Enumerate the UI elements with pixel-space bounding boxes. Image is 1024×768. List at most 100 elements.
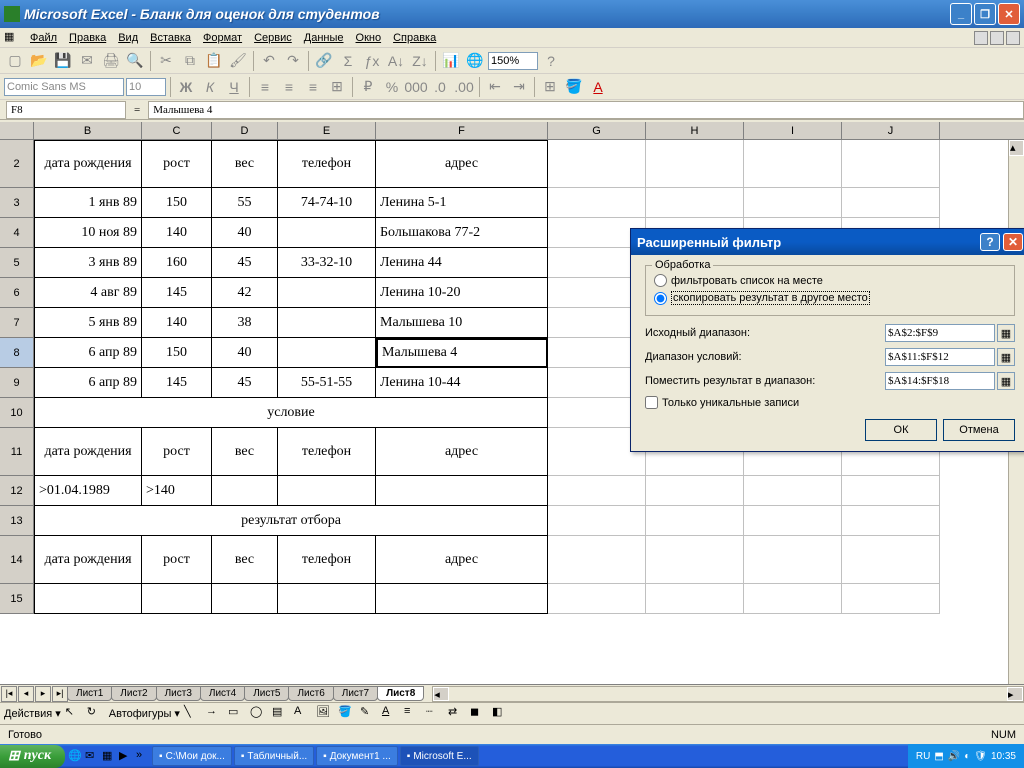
row-header[interactable]: 11 [0, 428, 34, 476]
cell[interactable]: 33-32-10 [278, 248, 376, 278]
cell[interactable] [842, 584, 940, 614]
cell[interactable]: Ленина 10-20 [376, 278, 548, 308]
cell[interactable]: Ленина 5-1 [376, 188, 548, 218]
col-J[interactable]: J [842, 122, 940, 139]
align-right-icon[interactable]: ≡ [302, 76, 324, 98]
row-header[interactable]: 12 [0, 476, 34, 506]
cell[interactable] [212, 476, 278, 506]
cell[interactable]: >140 [142, 476, 212, 506]
radio-copy-elsewhere[interactable]: скопировать результат в другое место [654, 289, 1006, 307]
cell[interactable] [842, 536, 940, 584]
cell[interactable] [744, 536, 842, 584]
rect-icon[interactable]: ▭ [228, 705, 246, 723]
row-header[interactable]: 6 [0, 278, 34, 308]
sheet-nav-prev-icon[interactable]: ◂ [18, 686, 34, 702]
taskbar-item[interactable]: ▪Microsoft E... [400, 746, 479, 766]
sort-desc-icon[interactable]: Z↓ [409, 50, 431, 72]
close-button[interactable]: ✕ [998, 3, 1020, 25]
cell[interactable]: 10 ноя 89 [34, 218, 142, 248]
tray-icon[interactable]: ◐ [964, 751, 970, 762]
save-icon[interactable]: 💾 [52, 50, 74, 72]
fill-icon[interactable]: 🪣 [338, 705, 356, 723]
open-icon[interactable]: 📂 [28, 50, 50, 72]
cell[interactable]: 38 [212, 308, 278, 338]
menu-format[interactable]: Формат [197, 30, 248, 46]
col-E[interactable]: E [278, 122, 376, 139]
cell[interactable] [646, 188, 744, 218]
name-box[interactable]: F8 [6, 101, 126, 119]
row-header[interactable]: 5 [0, 248, 34, 278]
range-picker-icon[interactable]: ▦ [997, 324, 1015, 342]
quicklaunch-icon[interactable]: ✉ [85, 749, 99, 763]
sheet-nav-first-icon[interactable]: |◂ [1, 686, 17, 702]
paste-icon[interactable]: 📋 [203, 50, 225, 72]
comma-icon[interactable]: 000 [405, 76, 427, 98]
select-all-corner[interactable] [0, 122, 34, 139]
scroll-left-icon[interactable]: ◂ [433, 687, 449, 701]
formula-input[interactable]: Малышева 4 [148, 101, 1024, 119]
cell[interactable] [744, 506, 842, 536]
cell[interactable]: 150 [142, 338, 212, 368]
sheet-tab[interactable]: Лист3 [156, 686, 201, 701]
cell[interactable]: 6 апр 89 [34, 368, 142, 398]
fx-icon[interactable]: ƒx [361, 50, 383, 72]
col-I[interactable]: I [744, 122, 842, 139]
cell[interactable] [278, 278, 376, 308]
menu-file[interactable]: Файл [24, 30, 63, 46]
cell[interactable]: 6 апр 89 [34, 338, 142, 368]
cell[interactable]: вес [212, 140, 278, 188]
cell[interactable]: 1 янв 89 [34, 188, 142, 218]
cancel-button[interactable]: Отмена [943, 419, 1015, 441]
align-left-icon[interactable]: ≡ [254, 76, 276, 98]
line-style-icon[interactable]: ≡ [404, 705, 422, 723]
scroll-right-icon[interactable]: ▸ [1007, 687, 1023, 701]
inc-decimal-icon[interactable]: .0 [429, 76, 451, 98]
menu-tools[interactable]: Сервис [248, 30, 298, 46]
doc-close-button[interactable] [1006, 31, 1020, 45]
dec-indent-icon[interactable]: ⇤ [484, 76, 506, 98]
cell[interactable]: 55 [212, 188, 278, 218]
cell[interactable] [646, 584, 744, 614]
cell[interactable]: 145 [142, 278, 212, 308]
tray-icon[interactable]: ⬒ [934, 751, 943, 762]
align-center-icon[interactable]: ≡ [278, 76, 300, 98]
col-F[interactable]: F [376, 122, 548, 139]
cell[interactable] [278, 584, 376, 614]
cell[interactable]: Большакова 77-2 [376, 218, 548, 248]
sheet-tab[interactable]: Лист8 [377, 686, 424, 701]
col-G[interactable]: G [548, 122, 646, 139]
wordart-icon[interactable]: A [294, 705, 312, 723]
menu-edit[interactable]: Правка [63, 30, 112, 46]
cell[interactable]: 45 [212, 248, 278, 278]
cell[interactable] [744, 584, 842, 614]
cell[interactable]: 150 [142, 188, 212, 218]
autoshapes-menu[interactable]: Автофигуры ▾ [109, 707, 180, 720]
cell[interactable]: результат отбора [34, 506, 548, 536]
unique-records-check[interactable]: Только уникальные записи [645, 396, 1015, 409]
dec-decimal-icon[interactable]: .00 [453, 76, 475, 98]
source-range-input[interactable] [885, 324, 995, 342]
menu-window[interactable]: Окно [350, 30, 388, 46]
menu-data[interactable]: Данные [298, 30, 350, 46]
cell[interactable]: условие [34, 398, 548, 428]
select-objects-icon[interactable]: ↖ [65, 705, 83, 723]
sheet-nav-last-icon[interactable]: ▸| [52, 686, 68, 702]
col-H[interactable]: H [646, 122, 744, 139]
col-B[interactable]: B [34, 122, 142, 139]
taskbar-item[interactable]: ▪Документ1 ... [316, 746, 398, 766]
radio-input[interactable] [654, 292, 667, 305]
cell[interactable] [278, 218, 376, 248]
sheet-tab[interactable]: Лист4 [200, 686, 245, 701]
3d-icon[interactable]: ◧ [492, 705, 510, 723]
arrow-style-icon[interactable]: ⇄ [448, 705, 466, 723]
cell[interactable] [842, 140, 940, 188]
sort-asc-icon[interactable]: A↓ [385, 50, 407, 72]
cell[interactable]: 55-51-55 [278, 368, 376, 398]
cell[interactable]: >01.04.1989 [34, 476, 142, 506]
menu-insert[interactable]: Вставка [144, 30, 197, 46]
link-icon[interactable]: 🔗 [313, 50, 335, 72]
cell[interactable] [548, 584, 646, 614]
preview-icon[interactable]: 🔍 [124, 50, 146, 72]
borders-icon[interactable]: ⊞ [539, 76, 561, 98]
row-header[interactable]: 9 [0, 368, 34, 398]
